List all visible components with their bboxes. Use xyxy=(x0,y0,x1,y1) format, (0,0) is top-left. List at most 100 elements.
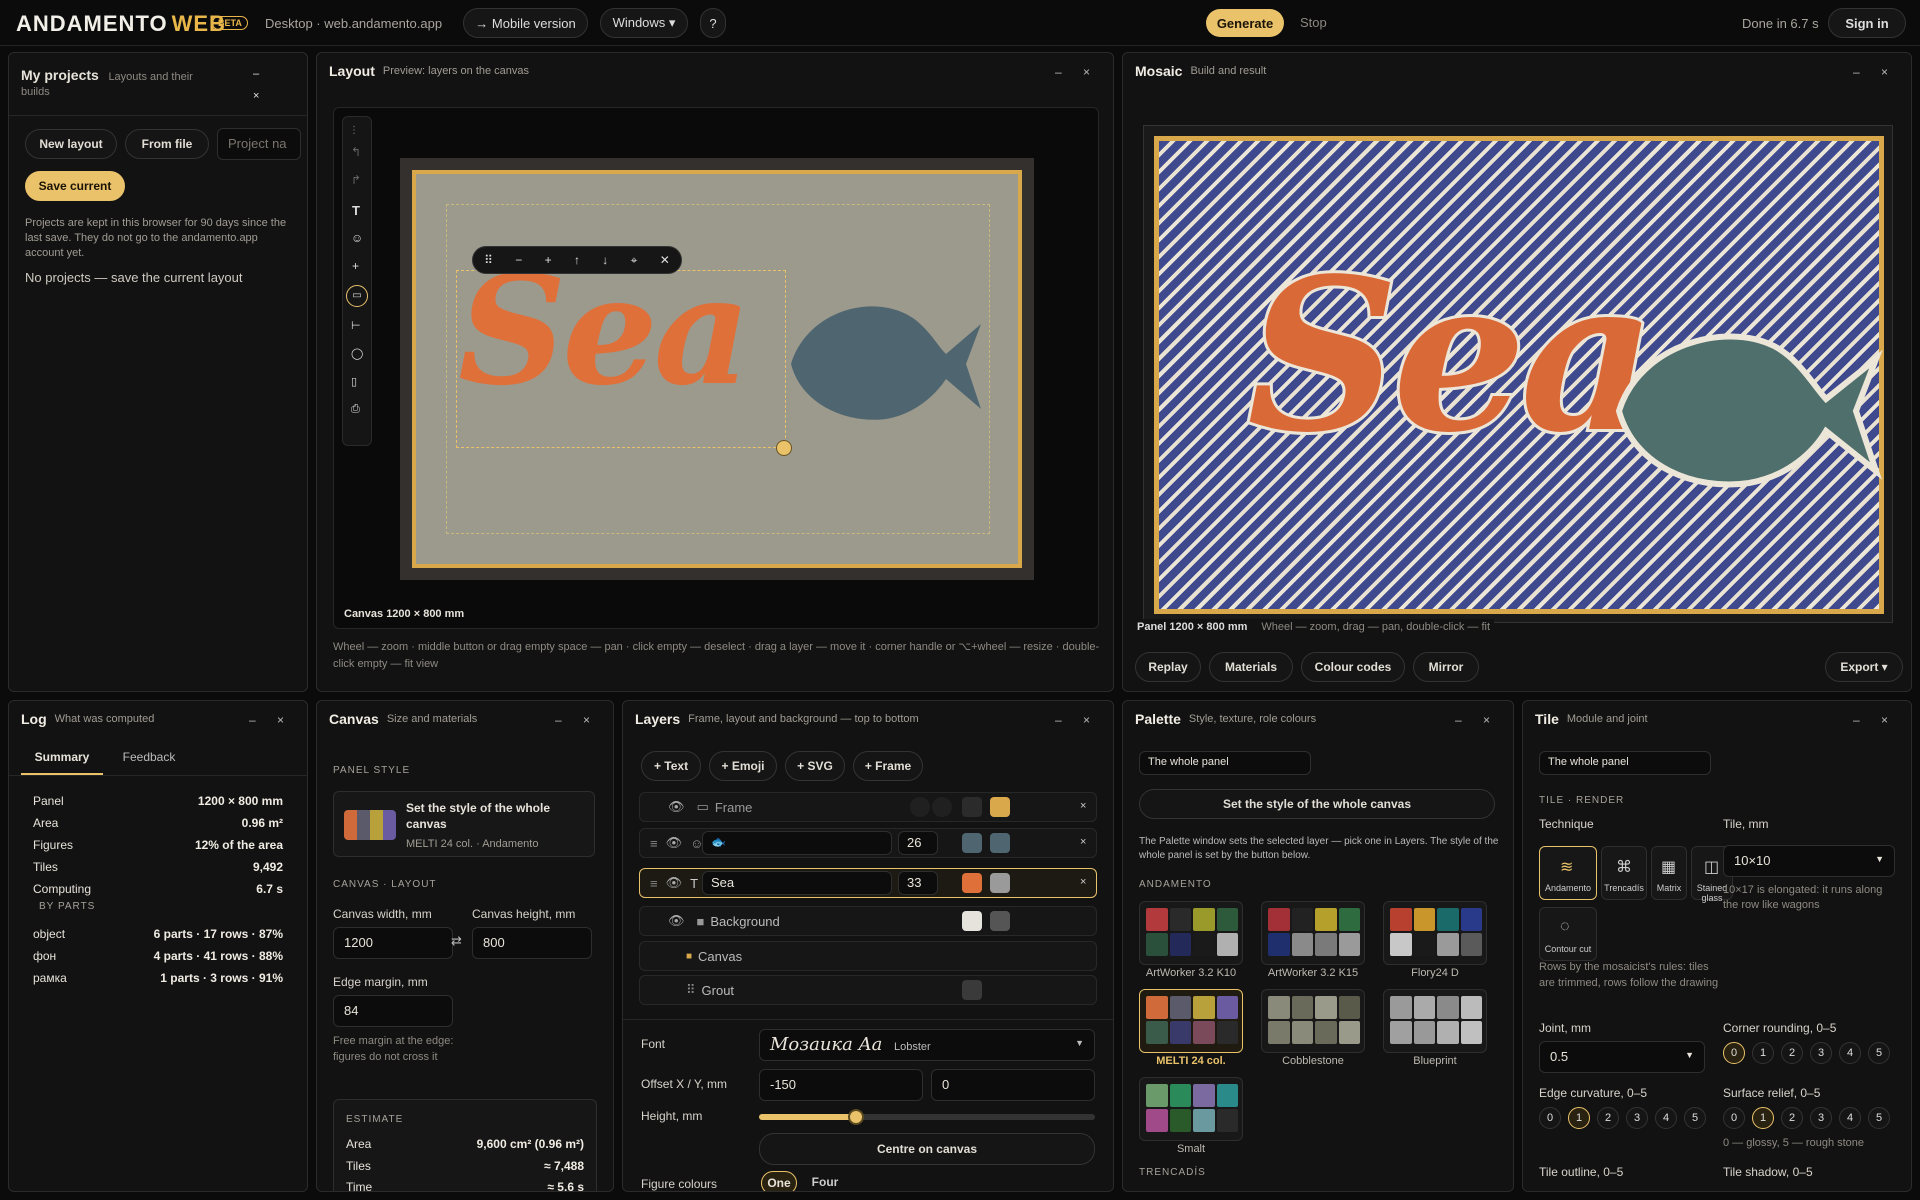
close-icon[interactable]: × xyxy=(1083,65,1090,79)
add-svg-button[interactable]: + SVG xyxy=(785,751,845,781)
color-swatch[interactable] xyxy=(990,911,1010,931)
swap-icon[interactable]: ⇄ xyxy=(451,933,462,949)
delete-icon[interactable]: ✕ xyxy=(660,253,670,267)
shape-icon[interactable]: ◯ xyxy=(351,347,363,360)
color-swatch[interactable] xyxy=(990,833,1010,853)
edge-option[interactable]: 4 xyxy=(1655,1107,1677,1129)
palette-option[interactable] xyxy=(1139,901,1243,965)
add-text-button[interactable]: + Text xyxy=(641,751,701,781)
minimize-icon[interactable]: – xyxy=(1455,713,1462,727)
corner-option[interactable]: 5 xyxy=(1868,1042,1890,1064)
color-swatch[interactable] xyxy=(932,797,952,817)
color-swatch[interactable] xyxy=(962,873,982,893)
replay-button[interactable]: Replay xyxy=(1135,652,1201,682)
color-swatch[interactable] xyxy=(962,980,982,1000)
scope-select[interactable]: The whole panel xyxy=(1139,751,1311,775)
layer-row-background[interactable]: 👁 ■ Background xyxy=(639,906,1097,936)
materials-button[interactable]: Materials xyxy=(1209,652,1293,682)
color-swatch[interactable] xyxy=(962,833,982,853)
relief-option[interactable]: 5 xyxy=(1868,1107,1890,1129)
set-style-button[interactable]: Set the style of the whole canvas xyxy=(1139,789,1495,819)
visibility-icon[interactable]: 👁 xyxy=(668,913,685,929)
center-icon[interactable]: ⌖ xyxy=(631,253,638,268)
canvas-width-input[interactable]: 1200 xyxy=(333,927,453,959)
relief-option[interactable]: 3 xyxy=(1810,1107,1832,1129)
frame-layer[interactable]: Sea xyxy=(412,170,1022,568)
close-icon[interactable]: × xyxy=(1483,713,1490,727)
fish-emoji-layer[interactable] xyxy=(786,294,986,434)
edge-margin-input[interactable]: 84 xyxy=(333,995,453,1027)
help-button[interactable]: ? xyxy=(700,8,726,38)
move-up-icon[interactable]: ↑ xyxy=(574,253,580,267)
text-input[interactable]: Sea xyxy=(702,871,892,895)
edge-option[interactable]: 1 xyxy=(1568,1107,1590,1129)
technique-andamento[interactable]: Andamento ≋ xyxy=(1539,846,1597,900)
tab-feedback[interactable]: Feedback xyxy=(109,747,189,775)
zoom-in-icon[interactable]: + xyxy=(545,253,552,267)
resize-handle[interactable] xyxy=(776,440,792,456)
minimize-icon[interactable]: – xyxy=(1853,65,1860,79)
remove-icon[interactable]: × xyxy=(1080,836,1086,848)
one-colour-toggle[interactable]: One xyxy=(761,1171,797,1191)
edge-option[interactable]: 3 xyxy=(1626,1107,1648,1129)
tile-size-select[interactable]: 10×10 ▼ xyxy=(1723,845,1895,877)
corner-option[interactable]: 2 xyxy=(1781,1042,1803,1064)
drag-handle-icon[interactable]: ⋮ xyxy=(349,125,359,136)
generate-button[interactable]: Generate xyxy=(1206,9,1284,37)
tab-summary[interactable]: Summary xyxy=(21,747,103,775)
drag-handle-icon[interactable]: ⠿ xyxy=(484,253,493,267)
corner-option[interactable]: 1 xyxy=(1752,1042,1774,1064)
canvas-preview[interactable]: Sea xyxy=(400,158,1034,580)
stop-button[interactable]: Stop xyxy=(1300,15,1327,30)
undo-icon[interactable]: ↰ xyxy=(351,145,361,159)
emoji-tool-icon[interactable]: ☺ xyxy=(351,231,363,245)
frame-tool-icon[interactable]: ▭ xyxy=(346,285,368,307)
save-current-button[interactable]: Save current xyxy=(25,171,125,201)
mosaic-result[interactable]: Sea xyxy=(1143,125,1893,623)
mobile-version-button[interactable]: → Mobile version xyxy=(463,8,588,38)
corner-option[interactable]: 0 xyxy=(1723,1042,1745,1064)
new-layout-button[interactable]: New layout xyxy=(25,129,117,159)
text-tool-icon[interactable]: T xyxy=(352,203,360,218)
layer-row-text[interactable]: ≡ 👁 T Sea 33 × xyxy=(639,868,1097,898)
mirror-button[interactable]: Mirror xyxy=(1413,652,1479,682)
from-file-button[interactable]: From file xyxy=(125,129,209,159)
minimize-icon[interactable]: – xyxy=(555,713,562,727)
colour-codes-button[interactable]: Colour codes xyxy=(1301,652,1405,682)
color-swatch[interactable] xyxy=(990,797,1010,817)
minimize-icon[interactable]: – xyxy=(249,713,256,727)
edge-option[interactable]: 5 xyxy=(1684,1107,1706,1129)
emoji-input[interactable]: 🐟 xyxy=(702,831,892,855)
visibility-icon[interactable]: 👁 xyxy=(668,799,685,815)
joint-select[interactable]: 0.5 ▼ xyxy=(1539,1041,1705,1073)
palette-option[interactable] xyxy=(1383,901,1487,965)
close-icon[interactable]: × xyxy=(583,713,590,727)
close-icon[interactable]: × xyxy=(1881,713,1888,727)
drag-handle-icon[interactable]: ≡ xyxy=(650,836,658,851)
palette-option[interactable] xyxy=(1383,989,1487,1053)
add-emoji-button[interactable]: + Emoji xyxy=(709,751,777,781)
close-icon[interactable]: × xyxy=(253,90,259,102)
offset-x-input[interactable]: -150 xyxy=(759,1069,923,1101)
print-icon[interactable]: ⎙ xyxy=(351,403,360,416)
style-card[interactable]: Set the style of the whole canvas MELTI … xyxy=(333,791,595,857)
relief-option[interactable]: 1 xyxy=(1752,1107,1774,1129)
technique-trencadis[interactable]: Trencadís ⌘ xyxy=(1601,846,1647,900)
close-icon[interactable]: × xyxy=(1881,65,1888,79)
sign-in-button[interactable]: Sign in xyxy=(1828,8,1906,38)
palette-option[interactable] xyxy=(1261,989,1365,1053)
centre-on-canvas-button[interactable]: Centre on canvas xyxy=(759,1133,1095,1165)
windows-menu-button[interactable]: Windows ▾ xyxy=(600,8,688,38)
minimize-icon[interactable]: – xyxy=(1055,713,1062,727)
layer-row-frame[interactable]: 👁 ▭ Frame × xyxy=(639,792,1097,822)
relief-option[interactable]: 0 xyxy=(1723,1107,1745,1129)
canvas-height-input[interactable]: 800 xyxy=(472,927,592,959)
zoom-out-icon[interactable]: − xyxy=(515,253,522,267)
relief-option[interactable]: 2 xyxy=(1781,1107,1803,1129)
palette-option[interactable] xyxy=(1139,1077,1243,1141)
layer-row-canvas[interactable]: ■ Canvas xyxy=(639,941,1097,971)
edge-option[interactable]: 0 xyxy=(1539,1107,1561,1129)
corner-option[interactable]: 4 xyxy=(1839,1042,1861,1064)
relief-option[interactable]: 4 xyxy=(1839,1107,1861,1129)
scope-select[interactable]: The whole panel xyxy=(1539,751,1711,775)
